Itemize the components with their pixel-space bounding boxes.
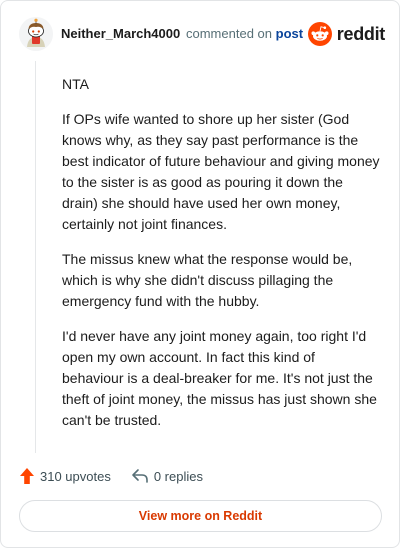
comment-paragraph: NTA: [62, 76, 89, 92]
comment-header: Neither_March4000 commented on post redd…: [19, 17, 385, 51]
upvote-button[interactable]: 310 upvotes: [19, 467, 111, 485]
reply-button[interactable]: 0 replies: [131, 468, 203, 484]
comment-meta: commented on post: [186, 26, 303, 41]
comment-paragraph: I'd never have any joint money again, to…: [62, 328, 377, 428]
reply-count: 0 replies: [153, 468, 203, 484]
view-more-button[interactable]: View more on Reddit: [19, 500, 382, 532]
upvote-arrow-icon: [19, 467, 35, 485]
reddit-logo-icon: [307, 22, 332, 46]
comment-author[interactable]: Neither_March4000: [61, 26, 180, 41]
reddit-wordmark: reddit: [336, 23, 386, 44]
commented-on-label: commented on: [186, 26, 272, 41]
comment-actions: 310 upvotes 0 replies: [19, 465, 203, 487]
comment-paragraph: If OPs wife wanted to shore up her siste…: [62, 111, 380, 232]
reply-arrow-icon: [131, 468, 149, 484]
thread-line: [35, 61, 36, 453]
upvote-count: 310 upvotes: [40, 468, 111, 484]
snoo-avatar-icon: [19, 17, 53, 51]
comment-embed-card: Neither_March4000 commented on post redd…: [0, 0, 400, 548]
comment-paragraph: The missus knew what the response would …: [62, 251, 353, 309]
reddit-logo[interactable]: reddit: [307, 21, 386, 47]
post-link[interactable]: post: [276, 26, 303, 41]
user-avatar[interactable]: [19, 17, 53, 51]
comment-body: NTA If OPs wife wanted to shore up her s…: [62, 74, 380, 445]
